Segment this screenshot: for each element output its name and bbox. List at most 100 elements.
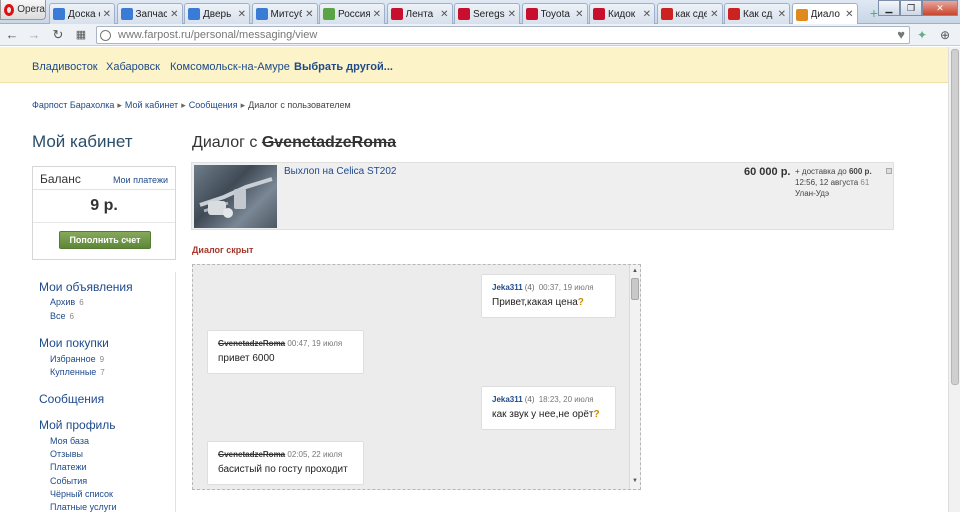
ad-price: 60 000 р. [744, 166, 791, 178]
sidebar-item-favorites[interactable]: Избранное 9 [50, 354, 104, 364]
forward-icon[interactable]: → [26, 27, 42, 43]
ad-thumbnail[interactable] [194, 165, 277, 228]
ad-checkbox[interactable] [886, 168, 892, 174]
url-field[interactable]: www.farpost.ru/personal/messaging/view ♥ [96, 26, 910, 44]
count-badge: 9 [99, 355, 105, 364]
sidebar-item-events[interactable]: События [50, 476, 87, 486]
close-window-icon[interactable]: ✕ [922, 0, 958, 16]
scroll-down-icon[interactable]: ▼ [632, 478, 638, 484]
sidebar-menu: Мои объявления Архив 6 Все 6 Мои покупки И… [32, 272, 176, 512]
tab-favicon-icon [795, 8, 808, 21]
ad-info: + доставка до 600 р. 12:56, 12 августа 6… [795, 166, 872, 199]
tab-close-icon[interactable]: ✕ [305, 9, 313, 20]
sidebar-item-bought[interactable]: Купленные 7 [50, 367, 105, 377]
sidebar-item-all[interactable]: Все 6 [50, 311, 74, 321]
sidebar-item-my-base[interactable]: Моя база [50, 436, 89, 446]
opera-update-icon[interactable]: ⊕ [937, 27, 953, 43]
message-author[interactable]: GvenetadzeRoma [218, 339, 285, 348]
page-scroll-thumb[interactable] [951, 49, 959, 385]
message-header: Jeka311 (4) 00:37, 19 июля [492, 283, 594, 292]
sidebar-item-archive[interactable]: Архив 6 [50, 297, 84, 307]
browser-tab[interactable]: Россия ✕ [319, 3, 385, 24]
browser-tab[interactable]: Toyota ✕ [521, 3, 588, 24]
browser-tab[interactable]: Запчас ✕ [116, 3, 183, 24]
browser-tab[interactable]: Дверь ✕ [184, 3, 250, 24]
tab-label: Toyota [540, 8, 570, 20]
top-up-button[interactable]: Пополнить счет [59, 231, 151, 249]
breadcrumb-farpost[interactable]: Фарпост Барахолка [32, 100, 114, 110]
choose-other-city-link[interactable]: Выбрать другой... [294, 61, 393, 73]
tab-close-icon[interactable]: ✕ [710, 9, 718, 20]
sidebar-my-profile[interactable]: Мой профиль [39, 418, 116, 432]
browser-tab[interactable]: Кидок ✕ [589, 3, 655, 24]
message-bubble: Jeka311 (4) 00:37, 19 июля Привет,какая ц… [481, 274, 616, 318]
message-text: басистый по госту проходит [218, 464, 348, 475]
browser-tab[interactable]: Диало ✕ [791, 3, 858, 25]
sidebar-item-label: Избранное [50, 354, 96, 364]
tab-close-icon[interactable]: ✕ [238, 9, 246, 20]
my-payments-link[interactable]: Мои платежи [113, 175, 168, 185]
browser-tab[interactable]: Митсуб ✕ [251, 3, 318, 24]
maximize-icon[interactable]: ❐ [900, 0, 922, 16]
extension-icon[interactable]: ✦ [914, 27, 930, 43]
message-header: GvenetadzeRoma 02:05, 22 июля [218, 450, 342, 459]
browser-tab[interactable]: Лента ✕ [386, 3, 453, 24]
thread-scroll-thumb[interactable] [631, 278, 639, 300]
breadcrumb-cabinet[interactable]: Мой кабинет [125, 100, 178, 110]
tab-close-icon[interactable]: ✕ [440, 9, 448, 20]
tab-close-icon[interactable]: ✕ [170, 9, 178, 20]
tab-close-icon[interactable]: ✕ [575, 9, 583, 20]
ad-views: 61 [860, 178, 870, 187]
tab-close-icon[interactable]: ✕ [845, 9, 853, 20]
sidebar-my-purchases[interactable]: Мои покупки [39, 336, 109, 350]
sidebar-messages[interactable]: Сообщения [39, 392, 104, 406]
scroll-up-icon[interactable]: ▲ [632, 268, 638, 274]
city-link-vladivostok[interactable]: Владивосток [32, 61, 98, 73]
ad-card: Выхлоп на Celica ST202 60 000 р. + доста… [191, 162, 894, 230]
sidebar-item-label: Все [50, 311, 66, 321]
minimize-icon[interactable]: ▁ [878, 0, 900, 16]
back-icon[interactable]: ← [4, 27, 20, 43]
speed-dial-icon[interactable]: ▦ [73, 27, 89, 43]
ad-title-link[interactable]: Выхлоп на Celica ST202 [284, 166, 396, 177]
sidebar-item-payments[interactable]: Платежи [50, 462, 87, 472]
message-author[interactable]: GvenetadzeRoma [218, 450, 285, 459]
browser-tab[interactable]: Seregs ✕ [454, 3, 520, 24]
tab-favicon-icon [188, 8, 200, 20]
browser-tab[interactable]: как сде ✕ [656, 3, 723, 24]
tab-close-icon[interactable]: ✕ [373, 9, 381, 20]
message-author[interactable]: Jeka311 [492, 283, 523, 292]
tab-label: Кидок [608, 8, 636, 20]
sidebar-item-reviews[interactable]: Отзывы [50, 449, 83, 459]
message-time: 00:37, 19 июля [538, 283, 594, 292]
tab-close-icon[interactable]: ✕ [778, 9, 786, 20]
bookmark-heart-icon[interactable]: ♥ [897, 27, 905, 42]
sidebar-item-blacklist[interactable]: Чёрный список [50, 489, 113, 499]
dialog-title-prefix: Диалог с [192, 134, 258, 151]
tab-close-icon[interactable]: ✕ [103, 9, 111, 20]
breadcrumb-messages[interactable]: Сообщения [189, 100, 238, 110]
page-scrollbar[interactable] [948, 47, 960, 512]
tab-favicon-icon [660, 8, 673, 20]
message-text: привет 6000 [218, 353, 275, 364]
tab-label: Диало [810, 9, 840, 20]
tab-favicon-icon [458, 8, 470, 20]
tab-close-icon[interactable]: ✕ [508, 9, 516, 20]
breadcrumb-current: Диалог с пользователем [248, 100, 351, 110]
tab-label: Дверь [203, 8, 232, 20]
sidebar-item-paid-services[interactable]: Платные услуги [50, 502, 117, 512]
browser-tab[interactable]: Как сд ✕ [724, 3, 790, 24]
message-author[interactable]: Jeka311 [492, 395, 523, 404]
sidebar-my-ads[interactable]: Мои объявления [39, 280, 133, 294]
browser-tab[interactable]: Доска о✕ [49, 3, 115, 24]
balance-box: Баланс Мои платежи 9 р. Пополнить счет [32, 166, 176, 260]
city-link-komsomolsk[interactable]: Комсомольск-на-Амуре [170, 61, 290, 73]
message-time: 18:23, 20 июля [538, 395, 594, 404]
tab-close-icon[interactable]: ✕ [643, 9, 651, 20]
message-thread[interactable]: Jeka311 (4) 00:37, 19 июля Привет,какая ц… [192, 264, 641, 490]
city-link-khabarovsk[interactable]: Хабаровск [106, 61, 160, 73]
tab-label: Россия [338, 8, 370, 20]
thread-scrollbar[interactable]: ▲ ▼ [629, 265, 640, 489]
opera-menu-button[interactable]: Opera [0, 0, 46, 20]
reload-icon[interactable]: ↻ [50, 27, 66, 43]
